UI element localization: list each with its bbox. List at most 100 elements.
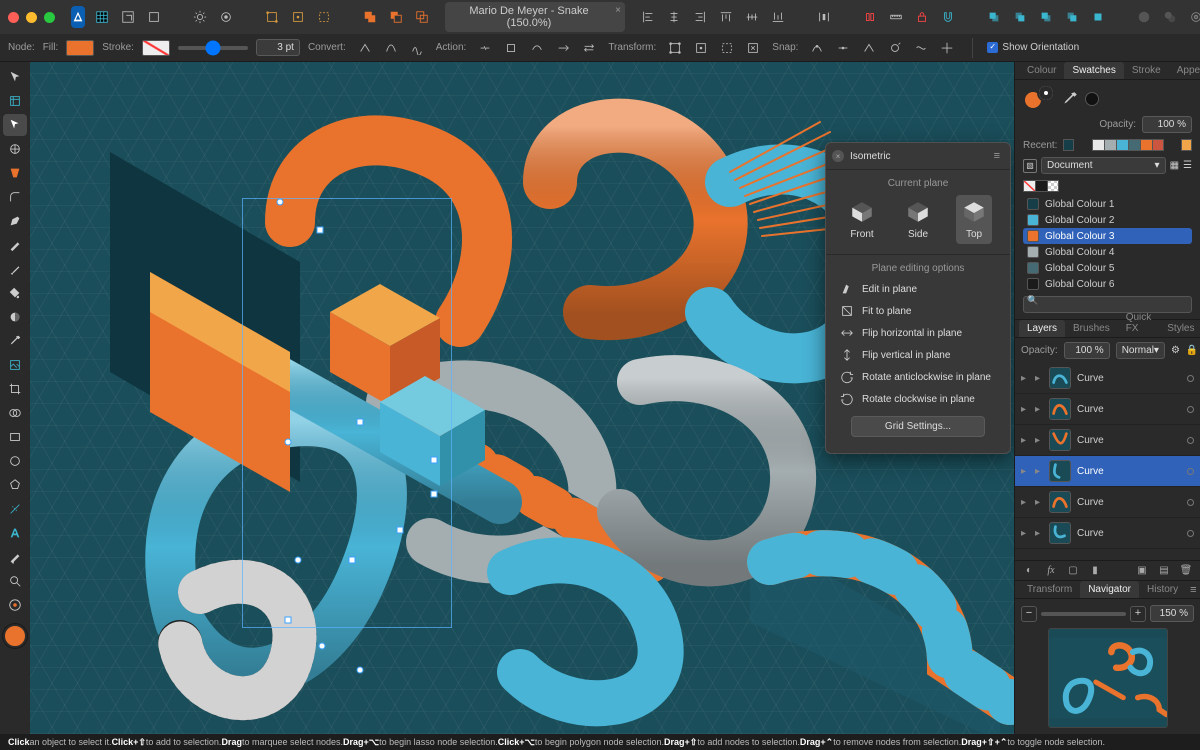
document-title[interactable]: Mario De Meyer - Snake (150.0%)×	[445, 2, 625, 32]
grid-settings-button[interactable]: Grid Settings...	[851, 416, 985, 437]
recent-swatch[interactable]	[1152, 139, 1164, 151]
colour-chooser[interactable]	[3, 624, 27, 648]
disclose-icon[interactable]: ▸	[1021, 497, 1029, 508]
disclose-icon[interactable]: ▸	[1035, 373, 1043, 384]
disclose-icon[interactable]: ▸	[1035, 528, 1043, 539]
group-icon[interactable]: ▣	[1134, 565, 1150, 576]
panel-menu-icon[interactable]: ≡	[990, 148, 1004, 164]
disclose-icon[interactable]: ▸	[1035, 497, 1043, 508]
node-handle[interactable]	[295, 557, 302, 564]
boolean-subtract-icon[interactable]	[385, 6, 407, 28]
node-handle[interactable]	[285, 439, 292, 446]
arrange-backward-icon[interactable]	[1035, 6, 1057, 28]
node-handle[interactable]	[357, 667, 364, 674]
mask-icon[interactable]: ▢	[1065, 565, 1081, 576]
artboard-tool[interactable]	[3, 90, 27, 112]
recent-swatch[interactable]	[1104, 139, 1116, 151]
tab-swatches[interactable]: Swatches	[1064, 62, 1123, 79]
break-curve-icon[interactable]	[474, 37, 496, 59]
arrange-inside-icon[interactable]	[1087, 6, 1109, 28]
insert-behind-icon[interactable]	[1159, 6, 1181, 28]
point-transform-tool[interactable]	[3, 138, 27, 160]
align-bottom-icon[interactable]	[767, 6, 789, 28]
plane-front-button[interactable]: Front	[844, 195, 880, 244]
node-handle[interactable]	[357, 419, 364, 426]
layer-row[interactable]: ▸▸Curve	[1015, 518, 1200, 549]
stroke-width-field[interactable]	[256, 39, 300, 56]
node-handle[interactable]	[397, 527, 404, 534]
arrange-back-icon[interactable]	[1061, 6, 1083, 28]
delete-layer-icon[interactable]: 🗑	[1178, 565, 1194, 576]
hide-selection-icon[interactable]	[716, 37, 738, 59]
snap-edge-icon[interactable]	[261, 6, 283, 28]
registration-swatch[interactable]	[1035, 180, 1047, 192]
align-top-icon[interactable]	[715, 6, 737, 28]
visibility-icon[interactable]	[1187, 499, 1194, 506]
lock-icon[interactable]	[911, 6, 933, 28]
node-handle[interactable]	[349, 557, 356, 564]
close-doc-icon[interactable]: ×	[615, 5, 621, 16]
magnet-icon[interactable]	[937, 6, 959, 28]
tag-icon[interactable]: ▮	[1087, 565, 1103, 576]
lock-layer-icon[interactable]: 🔒	[1186, 345, 1198, 356]
boolean-add-icon[interactable]	[359, 6, 381, 28]
global-colour-item[interactable]: Global Colour 2	[1023, 212, 1192, 228]
snap-midpoints-icon[interactable]	[936, 37, 958, 59]
zoom-tool[interactable]	[3, 570, 27, 592]
cycle-selection-icon[interactable]	[742, 37, 764, 59]
snap-geometry-icon[interactable]	[832, 37, 854, 59]
distribute-h-icon[interactable]	[813, 6, 835, 28]
snap-offpath-icon[interactable]	[884, 37, 906, 59]
fill-stroke-wells[interactable]	[1023, 86, 1055, 112]
convert-smooth-icon[interactable]	[380, 37, 402, 59]
layer-row[interactable]: ▸▸Curve	[1015, 363, 1200, 394]
layer-row[interactable]: ▸▸Curve	[1015, 456, 1200, 487]
colour-picker-tool[interactable]	[3, 330, 27, 352]
tab-appearance[interactable]: Appearance	[1169, 62, 1200, 79]
transparency-tool[interactable]	[3, 306, 27, 328]
fill-tool[interactable]	[3, 282, 27, 304]
stroke-swatch-none[interactable]	[142, 40, 170, 56]
none-swap-icon[interactable]	[1061, 90, 1079, 108]
arrange-front-icon[interactable]	[983, 6, 1005, 28]
plane-option[interactable]: Edit in plane	[838, 278, 998, 300]
disclose-icon[interactable]: ▸	[1035, 404, 1043, 415]
align-right-icon[interactable]	[689, 6, 711, 28]
shape-builder-tool[interactable]	[3, 402, 27, 424]
node-handle[interactable]	[319, 643, 326, 650]
reverse-icon[interactable]	[578, 37, 600, 59]
tab-history[interactable]: History	[1139, 581, 1186, 598]
contour-tool[interactable]	[3, 162, 27, 184]
transform-origin-icon[interactable]	[690, 37, 712, 59]
show-orientation-checkbox[interactable]: Show Orientation	[987, 42, 1079, 53]
place-tool[interactable]	[3, 354, 27, 376]
tab-stroke[interactable]: Stroke	[1124, 62, 1169, 79]
adjustment-icon[interactable]: ◐	[1021, 565, 1037, 576]
global-colour-item[interactable]: Global Colour 6	[1023, 276, 1192, 292]
disclose-icon[interactable]: ▸	[1021, 435, 1029, 446]
close-window-icon[interactable]	[8, 12, 19, 23]
global-colour-item[interactable]: Global Colour 4	[1023, 244, 1192, 260]
recent-swatch[interactable]	[1063, 139, 1074, 151]
palette-list-icon[interactable]: ☰	[1183, 160, 1192, 171]
visibility-icon[interactable]	[1187, 406, 1194, 413]
palette-type-icon[interactable]: ▧	[1023, 159, 1037, 173]
corner-tool[interactable]	[3, 186, 27, 208]
align-center-v-icon[interactable]	[741, 6, 763, 28]
knife-tool[interactable]	[3, 546, 27, 568]
view-tool[interactable]	[3, 594, 27, 616]
enable-transform-icon[interactable]	[664, 37, 686, 59]
rectangle-tool[interactable]	[3, 426, 27, 448]
global-colour-item[interactable]: Global Colour 5	[1023, 260, 1192, 276]
visibility-icon[interactable]	[1187, 530, 1194, 537]
layer-row[interactable]: ▸▸Curve	[1015, 394, 1200, 425]
convert-smart-icon[interactable]	[406, 37, 428, 59]
disclose-icon[interactable]: ▸	[1021, 466, 1029, 477]
disclose-icon[interactable]: ▸	[1035, 435, 1043, 446]
pen-tool[interactable]	[3, 210, 27, 232]
checker-swatch[interactable]	[1047, 180, 1059, 192]
recent-swatch[interactable]	[1092, 139, 1104, 151]
plane-option[interactable]: Rotate anticlockwise in plane	[838, 366, 998, 388]
disclose-icon[interactable]: ▸	[1021, 404, 1029, 415]
stroke-width-slider[interactable]	[178, 46, 248, 50]
